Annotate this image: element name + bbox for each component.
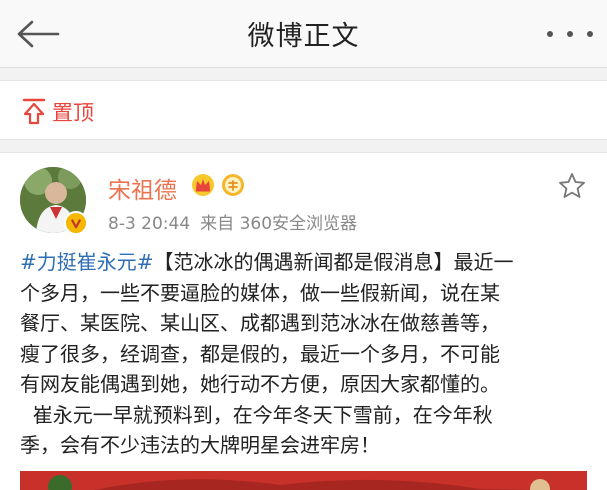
pin-label: 置顶	[52, 101, 94, 125]
page-title: 微博正文	[247, 21, 360, 52]
content-line: 瘦了很多，经调查，都是假的，最近一个多月，不可能	[20, 341, 500, 366]
pin-bar[interactable]: 置顶	[0, 80, 607, 140]
username[interactable]: 宋祖德	[108, 171, 177, 205]
post-time: 8-3 20:44	[108, 214, 191, 234]
content-line: 个多月，一些不要逼脸的媒体，做一些假新闻，说在某	[20, 280, 500, 305]
crown-icon[interactable]	[191, 173, 215, 197]
post-source[interactable]: 来自 360安全浏览器	[200, 214, 357, 234]
post-content: #力挺崔永元#【范冰冰的偶遇新闻都是假消息】最近一 个多月，一些不要逼脸的媒体，…	[20, 247, 590, 461]
post-card: 宋祖德 8-3 20:44 来自 360安全浏览器 #力挺崔永元#【范冰冰的偶遇新…	[0, 152, 607, 490]
more-dots-icon	[587, 31, 593, 37]
content-line-1: #力挺崔永元#【范冰冰的偶遇新闻都是假消息】最近一	[20, 250, 514, 274]
content-line: 崔永元一早就预料到，在今年冬天下雪前，在今年秋	[20, 402, 493, 427]
member-icon[interactable]	[221, 173, 245, 197]
post-image[interactable]	[20, 471, 587, 490]
post-meta: 8-3 20:44 来自 360安全浏览器	[108, 209, 357, 234]
pin-top-icon	[22, 98, 46, 125]
content-line: 餐厅、某医院、某山区、成都遇到范冰冰在做慈善等，	[20, 311, 500, 335]
content-line: 有网友能偶遇到她，她行动不方便，原因大家都懂的。	[20, 372, 500, 396]
star-icon[interactable]	[557, 171, 587, 201]
content-line: 季，会有不少违法的大牌明星会进牢房！	[20, 433, 380, 457]
more-dots-icon	[547, 31, 553, 37]
top-bar: 微博正文	[0, 0, 607, 68]
more-dots-icon	[567, 31, 573, 37]
verified-v-icon	[64, 211, 88, 235]
topic-link[interactable]: #力挺崔永元#	[20, 250, 154, 274]
more-button[interactable]	[547, 22, 593, 46]
